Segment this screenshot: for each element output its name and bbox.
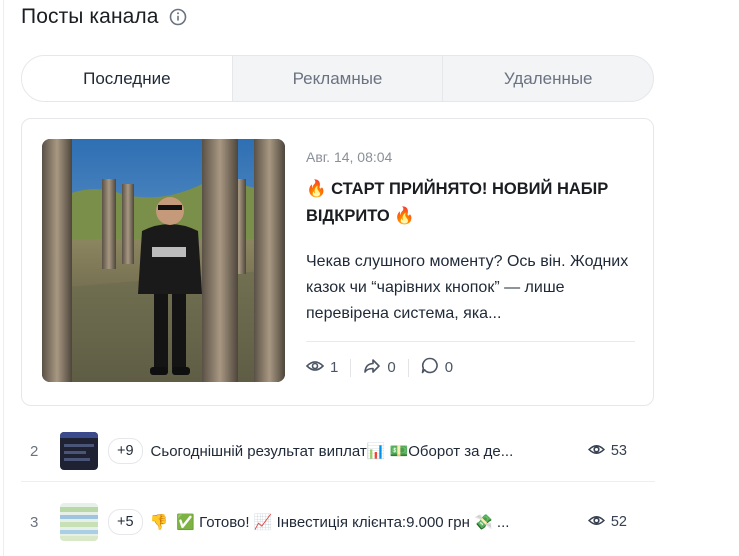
page-title: Посты канала [21, 5, 159, 28]
list-item[interactable]: 2 +9 Сьогоднішній результат виплат📊 💵Обо… [21, 421, 655, 482]
post-thumbnail[interactable] [60, 503, 98, 541]
tab-deleted[interactable]: Удаленные [442, 56, 653, 101]
views-stat: 52 [587, 514, 627, 531]
eye-icon [587, 443, 605, 460]
more-posts-badge[interactable]: +9 [108, 438, 143, 464]
comments-count: 0 [444, 359, 454, 376]
tab-latest[interactable]: Последние [22, 56, 232, 101]
tab-advertising[interactable]: Рекламные [231, 56, 443, 101]
list-item[interactable]: 3 +5 👎 ✅ Готово! 📈 Інвестиція клієнта:9.… [21, 492, 655, 552]
eye-icon [587, 514, 605, 531]
stat-divider [350, 358, 352, 377]
posts-tabs: Последние Рекламные Удаленные [21, 55, 654, 102]
page-header: Посты канала [21, 5, 187, 29]
featured-post-card[interactable]: Авг. 14, 08:04 🔥 СТАРТ ПРИЙНЯТО! НОВИЙ Н… [21, 118, 654, 406]
post-body: Чекав слушного моменту? Ось він. Жодних … [306, 253, 629, 322]
views-stat: 53 [587, 443, 627, 460]
post-preview-text: ✅ Готово! 📈 Інвестиція клієнта:9.000 грн… [176, 514, 510, 531]
eye-icon [305, 359, 325, 377]
post-preview-text: Сьогоднішній результат виплат📊 💵Оборот з… [150, 443, 514, 460]
views-stat: 1 [305, 359, 339, 377]
more-posts-badge[interactable]: +5 [108, 509, 143, 535]
shares-stat: 0 [363, 358, 396, 378]
comments-stat: 0 [421, 357, 453, 378]
post-rank: 2 [30, 442, 39, 460]
left-border [3, 0, 4, 556]
post-thumbnail[interactable] [60, 432, 98, 470]
views-count: 52 [610, 514, 627, 530]
post-stats: 1 0 0 [305, 357, 453, 378]
stat-divider [407, 358, 409, 377]
share-icon [363, 358, 381, 378]
post-date: Авг. 14, 08:04 [306, 149, 393, 165]
post-photo[interactable] [42, 139, 285, 382]
reaction-icon: 👎 [149, 514, 169, 531]
comment-icon [421, 357, 439, 378]
views-count: 53 [610, 443, 627, 459]
stats-divider [306, 341, 635, 342]
views-count: 1 [330, 359, 339, 376]
post-title[interactable]: 🔥 СТАРТ ПРИЙНЯТО! НОВИЙ НАБІР ВІДКРИТО 🔥 [306, 176, 636, 230]
shares-count: 0 [387, 359, 396, 376]
info-icon[interactable] [169, 8, 187, 26]
post-rank: 3 [30, 513, 39, 531]
